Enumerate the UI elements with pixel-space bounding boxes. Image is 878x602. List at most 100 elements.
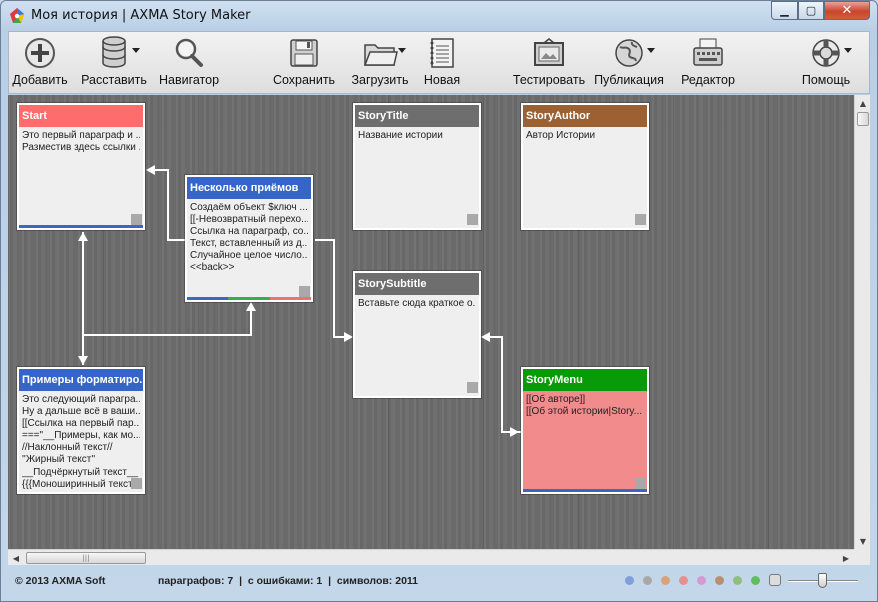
- picture-frame-icon: [529, 36, 569, 70]
- passage-text-line: //Наклонный текст//: [22, 442, 113, 454]
- navigator-button[interactable]: Навигатор: [159, 36, 219, 92]
- passage-text-line: ''Жирный текст'': [22, 454, 96, 466]
- tag-filter-reset-button[interactable]: [769, 574, 781, 586]
- chevron-down-icon[interactable]: [844, 48, 852, 53]
- lifebuoy-icon: [806, 36, 852, 70]
- passage-text-line: [[-Невозвратный перехо...: [190, 214, 308, 226]
- title-bar[interactable]: Моя история | AXMA Story Maker ▁ ▢ ✕: [1, 1, 877, 31]
- passage-body: Название истории: [355, 127, 479, 142]
- new-button[interactable]: Новая: [422, 36, 462, 92]
- database-icon: [94, 36, 140, 70]
- minimize-button[interactable]: ▁: [771, 1, 798, 20]
- editor-label: Редактор: [681, 73, 735, 87]
- resize-handle-icon[interactable]: [635, 478, 646, 489]
- tag-filter-dot[interactable]: [661, 576, 670, 585]
- passage-storysubtitle[interactable]: StorySubtitle Вставьте сюда краткое о...: [353, 271, 481, 398]
- passage-tricks[interactable]: Несколько приёмов Создаём объект $ключ ..…: [185, 175, 313, 302]
- passage-text-line: [[Об этой истории|Story...: [526, 406, 642, 418]
- passage-text-line: [[Об авторе]]: [526, 394, 586, 405]
- horizontal-scrollbar[interactable]: ◀ ||| ▶: [8, 549, 854, 565]
- passage-text-line: Случайное целое число...: [190, 250, 308, 262]
- tag-filter-dot[interactable]: [751, 576, 760, 585]
- help-label: Помощь: [801, 73, 851, 87]
- horizontal-scroll-thumb[interactable]: |||: [26, 552, 146, 564]
- window-title: Моя история | AXMA Story Maker: [31, 8, 251, 23]
- chevron-down-icon[interactable]: [398, 48, 406, 53]
- story-stats: параграфов: 7 | с ошибками: 1 | символов…: [158, 575, 419, 587]
- add-icon: [20, 36, 60, 70]
- passage-text-line: Ну а дальше всё в ваши...: [22, 406, 140, 418]
- resize-handle-icon[interactable]: [131, 478, 142, 489]
- passage-storytitle[interactable]: StoryTitle Название истории: [353, 103, 481, 230]
- passage-start[interactable]: Start Это первый параграф и ... Разместив …: [17, 103, 145, 230]
- passage-text-line: Вставьте сюда краткое о...: [358, 298, 476, 309]
- arrow-head-icon: [78, 356, 88, 365]
- tag-filter-dot[interactable]: [715, 576, 724, 585]
- add-label: Добавить: [12, 73, 68, 87]
- tag-filter-dot[interactable]: [643, 576, 652, 585]
- resize-handle-icon[interactable]: [635, 214, 646, 225]
- scroll-right-arrow-icon[interactable]: ▶: [838, 550, 854, 566]
- arrow-head-icon: [246, 302, 256, 311]
- passage-body: Это следующий парагра... Ну а дальше всё …: [19, 391, 143, 491]
- tag-filter-dot[interactable]: [679, 576, 688, 585]
- link-tricks-start: [148, 169, 185, 241]
- window-controls: ▁ ▢ ✕: [771, 1, 870, 20]
- editor-button[interactable]: Редактор: [681, 36, 735, 92]
- passage-text-line: Создаём объект $ключ ...: [190, 202, 308, 213]
- folder-icon: [360, 36, 406, 70]
- add-button[interactable]: Добавить: [12, 36, 68, 92]
- arrow-head-icon: [481, 332, 490, 342]
- passage-text-line: <<back>>: [190, 262, 235, 274]
- resize-handle-icon[interactable]: [131, 214, 142, 225]
- tag-color-bar: [187, 297, 311, 300]
- chevron-down-icon[interactable]: [132, 48, 140, 53]
- navigator-label: Навигатор: [158, 73, 220, 87]
- help-button[interactable]: Помощь: [799, 36, 853, 92]
- story-canvas[interactable]: Start Это первый параграф и ... Разместив …: [8, 95, 854, 549]
- passage-title: StoryAuthor: [523, 105, 647, 127]
- zoom-slider[interactable]: [788, 571, 858, 589]
- arrange-button[interactable]: Расставить: [81, 36, 147, 92]
- passage-text-line: Ссылка на параграф, со...: [190, 226, 308, 238]
- passage-formatting[interactable]: Примеры форматиро... Это следующий парагр…: [17, 367, 145, 494]
- publish-button[interactable]: Публикация: [594, 36, 664, 92]
- scroll-up-arrow-icon[interactable]: ▲: [855, 95, 871, 111]
- load-button[interactable]: Загрузить: [351, 36, 409, 92]
- save-button[interactable]: Сохранить: [273, 36, 335, 92]
- tag-color-filter: [625, 574, 781, 586]
- arrange-label: Расставить: [81, 73, 147, 87]
- passage-text-line: Это первый параграф и ...: [22, 130, 140, 141]
- passage-body: Автор Истории: [523, 127, 647, 142]
- new-label: Новая: [423, 73, 461, 87]
- link-menu-subtitle: [483, 336, 521, 433]
- passage-text-line: [[Ссылка на первый пар...: [22, 418, 140, 430]
- close-button[interactable]: ✕: [824, 1, 870, 20]
- status-bar: © 2013 AXMA Soft параграфов: 7 | с ошибк…: [8, 567, 870, 593]
- chevron-down-icon[interactable]: [647, 48, 655, 53]
- passage-storymenu[interactable]: StoryMenu [[Об авторе]] [[Об этой истории|…: [521, 367, 649, 494]
- tag-color-segment: [523, 489, 647, 492]
- tag-filter-dot[interactable]: [697, 576, 706, 585]
- passage-text-line: __Подчёркнутый текст__: [22, 466, 139, 478]
- resize-handle-icon[interactable]: [467, 382, 478, 393]
- scroll-left-arrow-icon[interactable]: ◀: [8, 550, 24, 566]
- zoom-knob[interactable]: [818, 573, 827, 588]
- test-button[interactable]: Тестировать: [513, 36, 585, 92]
- vertical-scrollbar[interactable]: ▲ ▼: [854, 95, 870, 549]
- tag-filter-dot[interactable]: [733, 576, 742, 585]
- arrow-head-icon: [510, 427, 519, 437]
- magnifier-icon: [169, 36, 209, 70]
- passage-text-line: ==="__Примеры, как мо...: [22, 430, 140, 442]
- passage-body: Это первый параграф и ... Разместив здесь…: [19, 127, 143, 154]
- scroll-corner: [854, 549, 870, 565]
- passage-title: StoryMenu: [523, 369, 647, 391]
- tag-filter-dot[interactable]: [625, 576, 634, 585]
- resize-handle-icon[interactable]: [299, 286, 310, 297]
- resize-handle-icon[interactable]: [467, 214, 478, 225]
- globe-icon: [609, 36, 655, 70]
- vertical-scroll-thumb[interactable]: [857, 112, 869, 126]
- scroll-down-arrow-icon[interactable]: ▼: [855, 533, 871, 549]
- maximize-button[interactable]: ▢: [798, 1, 824, 20]
- passage-storyauthor[interactable]: StoryAuthor Автор Истории: [521, 103, 649, 230]
